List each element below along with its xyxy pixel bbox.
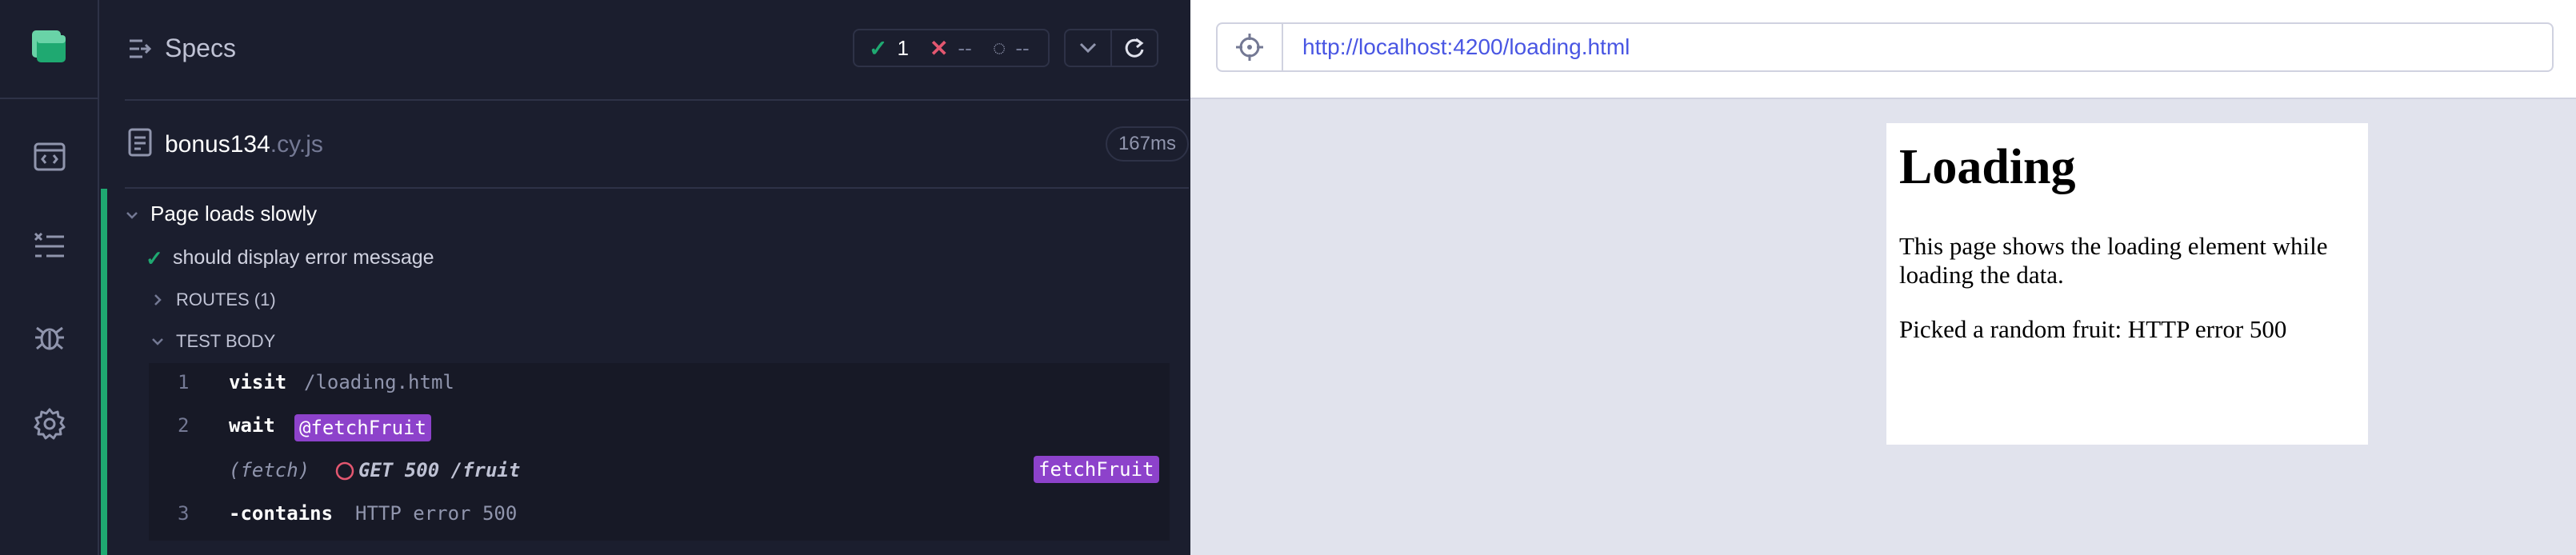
- pending-stat: ◌ --: [993, 35, 1030, 61]
- crosshair-icon: [1236, 34, 1263, 61]
- pending-circle-icon: ◌: [992, 35, 1006, 60]
- header-divider: [125, 99, 1189, 101]
- spec-file-name: bonus134.cy.js: [165, 131, 323, 158]
- command-message[interactable]: HTTP error 500: [355, 502, 517, 525]
- fruit-result: Picked a random fruit: HTTP error 500: [1899, 315, 2287, 343]
- command-number: 2: [178, 414, 190, 437]
- app-under-test: http://localhost:4200/loading.html Loadi…: [1190, 0, 2576, 555]
- test-body-toggle[interactable]: TEST BODY: [176, 331, 275, 352]
- refresh-icon: [1125, 38, 1144, 58]
- command-name[interactable]: wait: [229, 414, 275, 437]
- passed-stat: ✓ 1: [869, 35, 909, 62]
- error-circle-icon: [335, 461, 354, 481]
- duration-badge: 167ms: [1105, 126, 1189, 162]
- check-icon: ✓: [869, 35, 888, 61]
- alias-badge[interactable]: fetchFruit: [1034, 456, 1159, 483]
- specs-toggle-icon[interactable]: [128, 38, 154, 59]
- suite-title[interactable]: Page loads slowly: [150, 202, 317, 226]
- rerun-button[interactable]: [1110, 29, 1158, 67]
- url-bar: http://localhost:4200/loading.html: [1190, 0, 2576, 99]
- routes-toggle[interactable]: ROUTES (1): [176, 289, 276, 310]
- suite-passed-bar: [101, 189, 107, 555]
- nav-browser-icon[interactable]: [32, 139, 67, 174]
- passed-count: 1: [897, 35, 909, 60]
- selector-playground-button[interactable]: [1216, 22, 1283, 72]
- nav-specs-list-icon[interactable]: [32, 229, 67, 264]
- page-description: This page shows the loading element whil…: [1899, 232, 2328, 289]
- nav-separator: [0, 98, 99, 99]
- chevron-down-icon[interactable]: [123, 206, 141, 224]
- spec-file-row: bonus134.cy.js 167ms: [125, 122, 1189, 166]
- cypress-logo: [32, 30, 66, 62]
- suite: Page loads slowly ✓ should display error…: [101, 189, 1190, 555]
- command-number: 3: [178, 502, 190, 525]
- command-message[interactable]: GET 500 /fruit: [358, 459, 520, 481]
- nav-debug-bug-icon[interactable]: [32, 318, 67, 353]
- file-icon: [128, 128, 152, 157]
- aut-page: Loading This page shows the loading elem…: [1886, 123, 2368, 445]
- failed-stat: ✕ --: [930, 35, 972, 62]
- page-heading: Loading: [1899, 140, 2076, 194]
- side-nav: [0, 0, 99, 555]
- test-stats: ✓ 1 ✕ -- ◌ --: [853, 29, 1050, 67]
- chevron-down-icon[interactable]: [149, 333, 166, 350]
- specs-title[interactable]: Specs: [165, 34, 236, 63]
- file-base-name: bonus134: [165, 131, 270, 158]
- chevron-right-icon[interactable]: [149, 291, 166, 309]
- command-name[interactable]: (fetch): [229, 459, 310, 481]
- reporter-panel: Specs ✓ 1 ✕ -- ◌ -- bonus134.cy.js 167ms: [101, 0, 1190, 555]
- collapse-button[interactable]: [1064, 29, 1112, 67]
- nav-settings-gear-icon[interactable]: [32, 406, 67, 441]
- file-extension: .cy.js: [270, 131, 323, 158]
- alias-badge[interactable]: @fetchFruit: [294, 414, 431, 441]
- command-log: 1 visit /loading.html 2 wait @fetchFruit…: [149, 363, 1170, 541]
- command-message[interactable]: /loading.html: [304, 371, 454, 393]
- url-display[interactable]: http://localhost:4200/loading.html: [1282, 22, 2554, 72]
- chevron-down-icon: [1079, 42, 1097, 54]
- pending-count: --: [1015, 35, 1030, 60]
- specs-header: Specs ✓ 1 ✕ -- ◌ --: [101, 0, 1190, 101]
- test-title[interactable]: should display error message: [173, 246, 434, 270]
- failed-count: --: [958, 35, 972, 60]
- command-name[interactable]: -contains: [229, 502, 333, 525]
- command-name[interactable]: visit: [229, 371, 286, 393]
- test-passed-check-icon: ✓: [146, 246, 163, 270]
- command-number: 1: [178, 371, 190, 393]
- x-icon: ✕: [929, 35, 949, 61]
